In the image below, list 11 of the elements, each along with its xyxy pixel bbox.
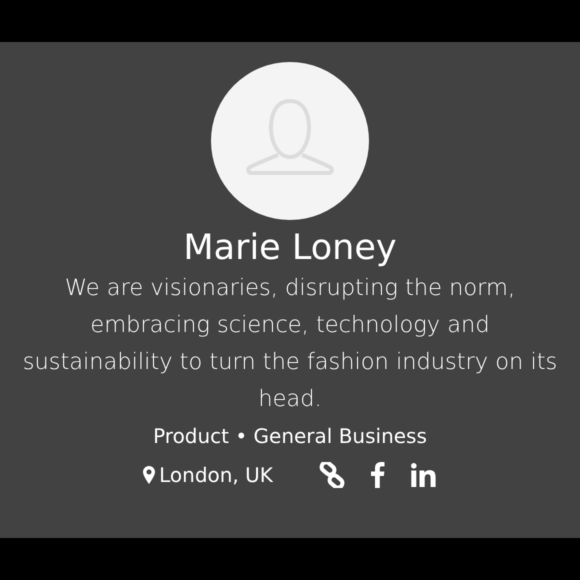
chain-link-icon [318, 462, 345, 488]
link[interactable] [370, 462, 385, 488]
facebook-icon [370, 462, 385, 488]
linkedin-icon [410, 463, 437, 487]
link[interactable] [410, 463, 437, 487]
profile-tags: Product • General Business [153, 422, 427, 450]
map-pin-icon [143, 466, 156, 484]
location-text: London, UK [159, 463, 273, 487]
link[interactable] [318, 462, 345, 488]
profile-bio: We are visionaries, disrupting the norm, embracing science, technology and sustainability to turn the fashion industry on its head. [22, 274, 558, 414]
profile-name: Marie Loney [183, 227, 397, 270]
